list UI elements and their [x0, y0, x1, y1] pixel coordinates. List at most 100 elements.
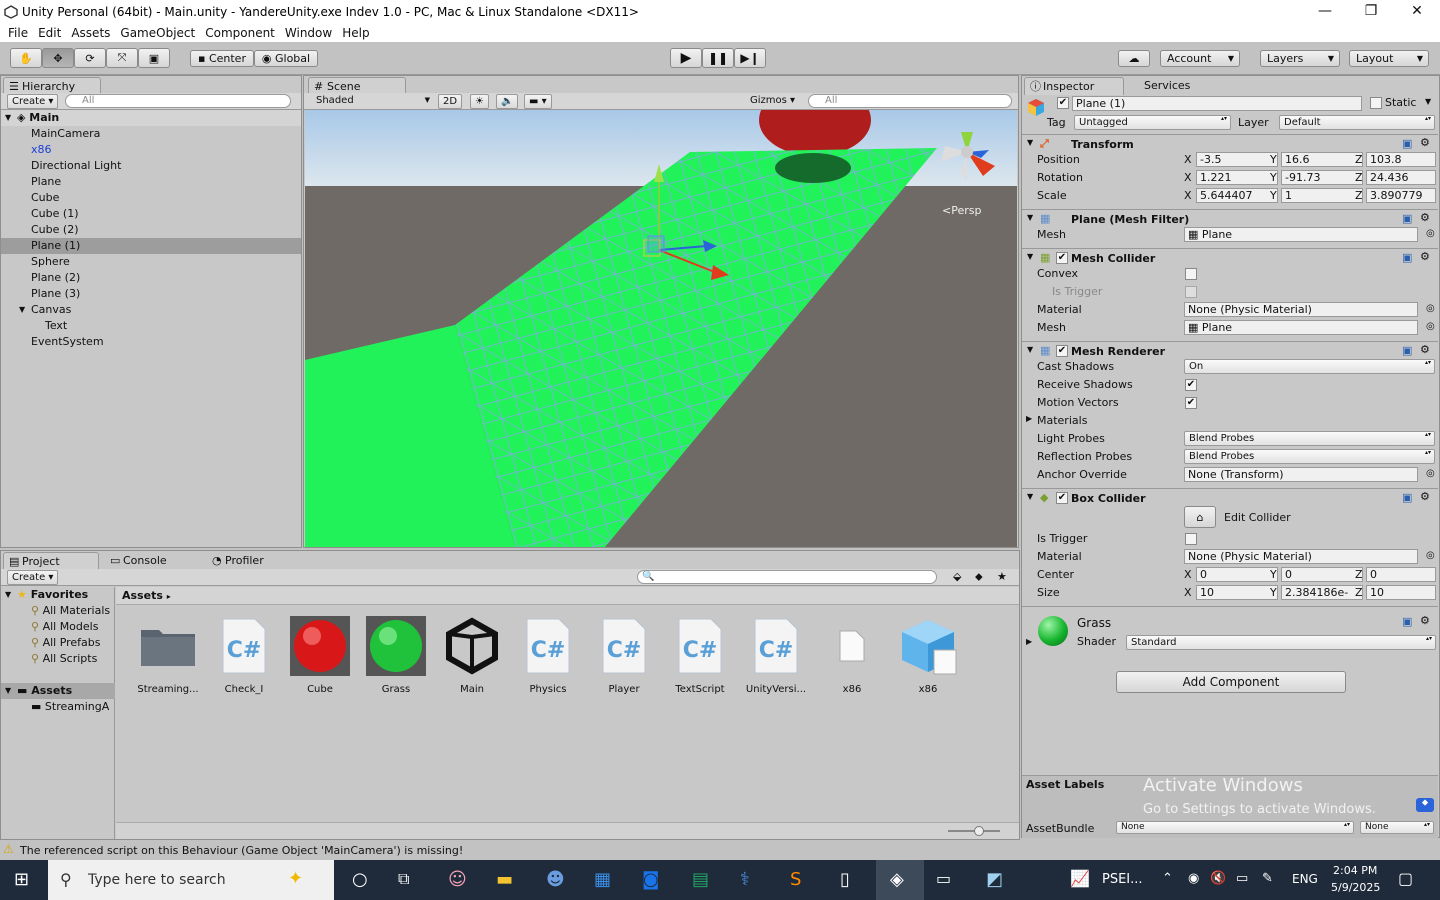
asset-item[interactable]: C# Player [589, 612, 659, 702]
gear-icon[interactable]: ⚙ [1420, 343, 1430, 356]
scene-search-input[interactable]: All [808, 94, 1012, 108]
layout-dropdown[interactable]: Layout ▼ [1349, 50, 1429, 67]
asset-item[interactable]: C# UnityVersi... [741, 612, 811, 702]
persp-label[interactable]: <Persp [942, 204, 981, 217]
terminal-icon[interactable]: ▭ [936, 869, 951, 888]
mesh-collider-trigger-checkbox[interactable] [1185, 286, 1197, 298]
hierarchy-item[interactable]: Plane [1, 174, 301, 190]
hierarchy-search-input[interactable]: All [65, 94, 291, 108]
light-probes-dropdown[interactable]: Blend Probes [1184, 431, 1435, 446]
motion-vectors-checkbox[interactable]: ✔ [1185, 397, 1197, 409]
menu-file[interactable]: File [8, 26, 28, 40]
position-x-field[interactable]: -3.5 [1196, 152, 1278, 167]
store-icon[interactable]: ▦ [594, 869, 611, 890]
asset-item[interactable]: x86 [817, 612, 887, 702]
menu-gameobject[interactable]: GameObject [120, 26, 195, 40]
app-icon[interactable]: ◩ [986, 869, 1003, 890]
mesh-renderer-enabled-checkbox[interactable]: ✔ [1056, 345, 1068, 357]
streaming-assets-folder-item[interactable]: ▬ StreamingA [1, 699, 115, 715]
pivot-center-button[interactable]: ▪ Center [190, 50, 254, 67]
object-picker-icon[interactable]: ◎ [1426, 228, 1435, 239]
asset-item[interactable]: C# Check_I [209, 612, 279, 702]
file-explorer-icon[interactable]: ▬ [496, 869, 513, 890]
reflection-probes-dropdown[interactable]: Blend Probes [1184, 449, 1435, 464]
object-picker-icon[interactable]: ◎ [1426, 303, 1435, 314]
gameobject-name-field[interactable]: Plane (1) [1072, 96, 1362, 111]
favorites-item[interactable]: ▼ ★ Favorites [1, 587, 115, 603]
expand-arrow-right-icon[interactable]: ▶ [1026, 637, 1032, 646]
cortana-icon[interactable]: ○ [352, 869, 368, 890]
gear-icon[interactable]: ⚙ [1420, 250, 1430, 263]
unity-taskbar-button[interactable]: ◈ [876, 860, 924, 900]
audio-toggle[interactable]: 🔈 [496, 94, 519, 109]
layers-dropdown[interactable]: Layers ▼ [1260, 50, 1340, 67]
shader-dropdown[interactable]: Standard [1126, 635, 1436, 650]
hierarchy-item[interactable]: Cube (2) [1, 222, 301, 238]
outlook-icon[interactable]: ◙ [642, 869, 659, 890]
cloud-button[interactable]: ☁ [1118, 50, 1150, 67]
scale-z-field[interactable]: 3.890779 [1366, 188, 1436, 203]
menu-component[interactable]: Component [205, 26, 275, 40]
menu-assets[interactable]: Assets [71, 26, 110, 40]
sublime-icon[interactable]: S [790, 869, 801, 890]
hierarchy-item[interactable]: Cube [1, 190, 301, 206]
tab-console[interactable]: ▭ Console [105, 552, 201, 570]
object-picker-icon[interactable]: ◎ [1426, 550, 1435, 561]
gear-icon[interactable]: ⚙ [1420, 136, 1430, 149]
layer-dropdown[interactable]: Default [1279, 115, 1435, 130]
filter-label-icon[interactable]: ⬥ [975, 570, 983, 584]
volume-muted-icon[interactable]: 🔇 [1210, 871, 1226, 886]
hierarchy-item[interactable]: Plane (2) [1, 270, 301, 286]
play-button[interactable]: ▶ [670, 48, 702, 68]
materials-row[interactable]: ▶ Materials [1024, 412, 1438, 430]
box-collider-header[interactable]: ▼ ◆ ✔ Box Collider ▣ ⚙ [1022, 488, 1438, 508]
scale-tool-button[interactable]: ⤧ [106, 48, 138, 68]
asset-item[interactable]: Streaming... [133, 612, 203, 702]
rotation-z-field[interactable]: 24.436 [1366, 170, 1436, 185]
favorites-list-item[interactable]: ⚲ All Materials [1, 603, 110, 619]
scale-x-field[interactable]: 5.644407 [1196, 188, 1278, 203]
hierarchy-item[interactable]: ▼ Canvas [1, 302, 301, 318]
mesh-collider-enabled-checkbox[interactable]: ✔ [1056, 252, 1068, 264]
help-book-icon[interactable]: ▣ [1402, 491, 1412, 504]
account-dropdown[interactable]: Account ▼ [1160, 50, 1240, 67]
chevron-up-icon[interactable]: ⌃ [1162, 871, 1173, 886]
help-book-icon[interactable]: ▣ [1402, 615, 1412, 628]
gameobject-active-checkbox[interactable]: ✔ [1057, 97, 1069, 109]
sheets-icon[interactable]: ▤ [692, 869, 709, 890]
box-collider-material-field[interactable]: None (Physic Material) [1184, 549, 1418, 564]
meet-icon[interactable]: ◉ [1188, 871, 1199, 886]
assets-folder-item[interactable]: ▼ ▬ Assets [1, 683, 115, 699]
windows-start-icon[interactable]: ⊞ [14, 869, 29, 890]
hierarchy-item[interactable]: Plane (3) [1, 286, 301, 302]
tab-inspector[interactable]: ⓘ Inspector [1024, 77, 1124, 95]
gear-icon[interactable]: ⚙ [1420, 490, 1430, 503]
help-book-icon[interactable]: ▣ [1402, 212, 1412, 225]
scale-y-field[interactable]: 1 [1281, 188, 1363, 203]
status-message[interactable]: The referenced script on this Behaviour … [20, 844, 463, 857]
asset-bundle-dropdown[interactable]: None [1116, 821, 1354, 834]
hierarchy-item[interactable]: MainCamera [1, 126, 301, 142]
hierarchy-item[interactable]: Cube (1) [1, 206, 301, 222]
project-search-input[interactable]: 🔍 [637, 570, 937, 584]
favorite-star-icon[interactable]: ★ [997, 570, 1007, 583]
rect-tool-button[interactable]: ▣ [138, 48, 170, 68]
favorites-list-item[interactable]: ⚲ All Models [1, 619, 98, 635]
menu-help[interactable]: Help [342, 26, 369, 40]
convex-checkbox[interactable] [1185, 268, 1197, 280]
edit-collider-button[interactable]: ⌂ [1184, 506, 1216, 528]
help-book-icon[interactable]: ▣ [1402, 251, 1412, 264]
static-checkbox[interactable] [1370, 97, 1382, 109]
object-picker-icon[interactable]: ◎ [1426, 321, 1435, 332]
project-create-button[interactable]: Create ▾ [7, 570, 59, 585]
asset-item[interactable]: C# Physics [513, 612, 583, 702]
python-icon[interactable]: ⚕ [740, 869, 750, 890]
pen-icon[interactable]: ✎ [1262, 871, 1273, 886]
task-view-icon[interactable]: ⧉ [398, 869, 409, 889]
asset-item[interactable]: Cube [285, 612, 355, 702]
cast-shadows-dropdown[interactable]: On [1184, 359, 1435, 374]
rotate-tool-button[interactable]: ⟳ [74, 48, 106, 68]
static-dropdown-arrow-icon[interactable]: ▼ [1425, 97, 1431, 106]
tab-profiler[interactable]: ◔ Profiler [207, 552, 303, 570]
gear-icon[interactable]: ⚙ [1420, 211, 1430, 224]
